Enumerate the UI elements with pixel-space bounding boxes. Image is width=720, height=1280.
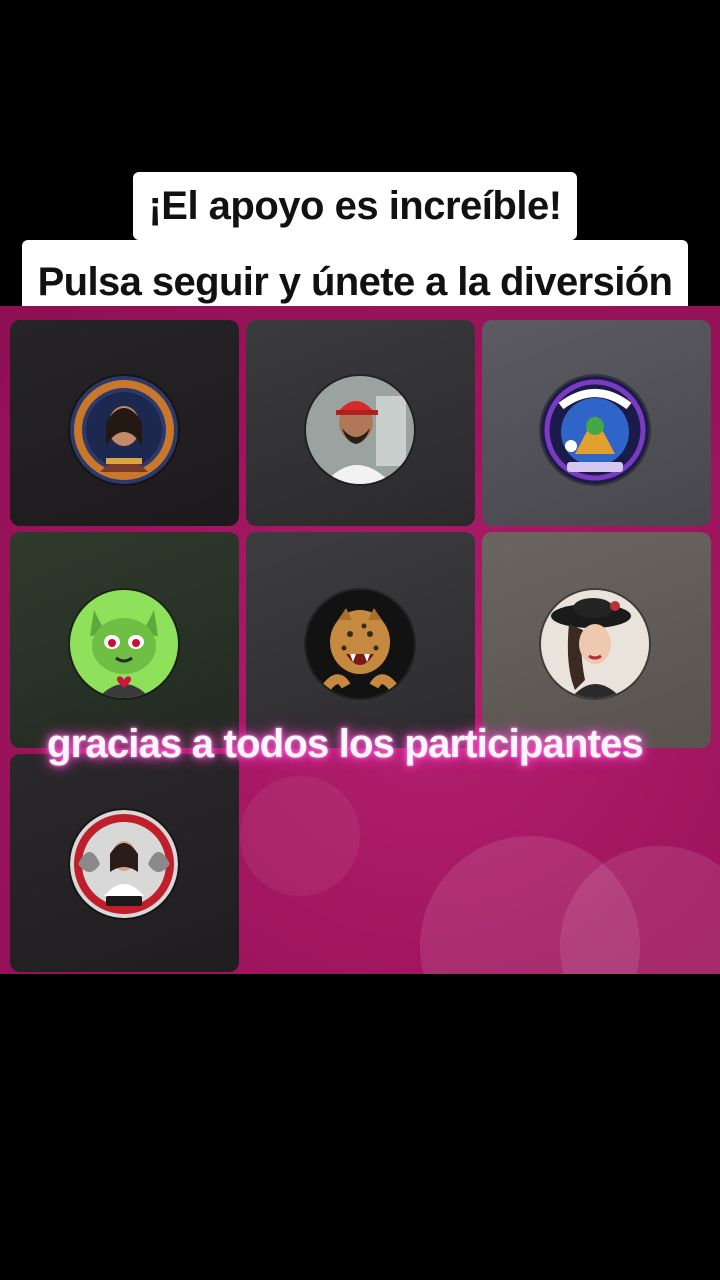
participant-avatar-5[interactable] [306, 590, 414, 698]
participant-tile-6[interactable] [482, 532, 711, 748]
caption-line-1: ¡El apoyo es increíble! [133, 172, 577, 240]
participant-avatar-7[interactable] [70, 810, 178, 918]
green-cat-cartoon-avatar [70, 590, 178, 698]
participant-avatar-3[interactable] [541, 376, 649, 484]
thanks-overlay-text: gracias a todos los participantes [46, 722, 644, 766]
woman-black-hat-avatar [541, 590, 649, 698]
participant-avatar-1[interactable] [70, 376, 178, 484]
participant-tile-7[interactable] [10, 754, 239, 972]
heart-decoration [240, 776, 360, 896]
woman-red-emblem-avatar [70, 810, 178, 918]
participant-avatar-4[interactable] [70, 590, 178, 698]
participant-avatar-6[interactable] [541, 590, 649, 698]
participant-tile-3[interactable] [482, 320, 711, 526]
video-frame: ¡El apoyo es increíble! Pulsa seguir y ú… [0, 0, 720, 1280]
participant-tile-5[interactable] [246, 532, 475, 748]
participants-grid-background [0, 306, 720, 974]
familia-mami-logo-avatar [541, 376, 649, 484]
participant-tile-2[interactable] [246, 320, 475, 526]
participant-tile-1[interactable] [10, 320, 239, 526]
woman-portrait-ornate-frame-avatar [70, 376, 178, 484]
participant-avatar-2[interactable] [306, 376, 414, 484]
man-red-cap-avatar [306, 376, 414, 484]
participant-tile-4[interactable] [10, 532, 239, 748]
jaguar-roaring-avatar [306, 590, 414, 698]
